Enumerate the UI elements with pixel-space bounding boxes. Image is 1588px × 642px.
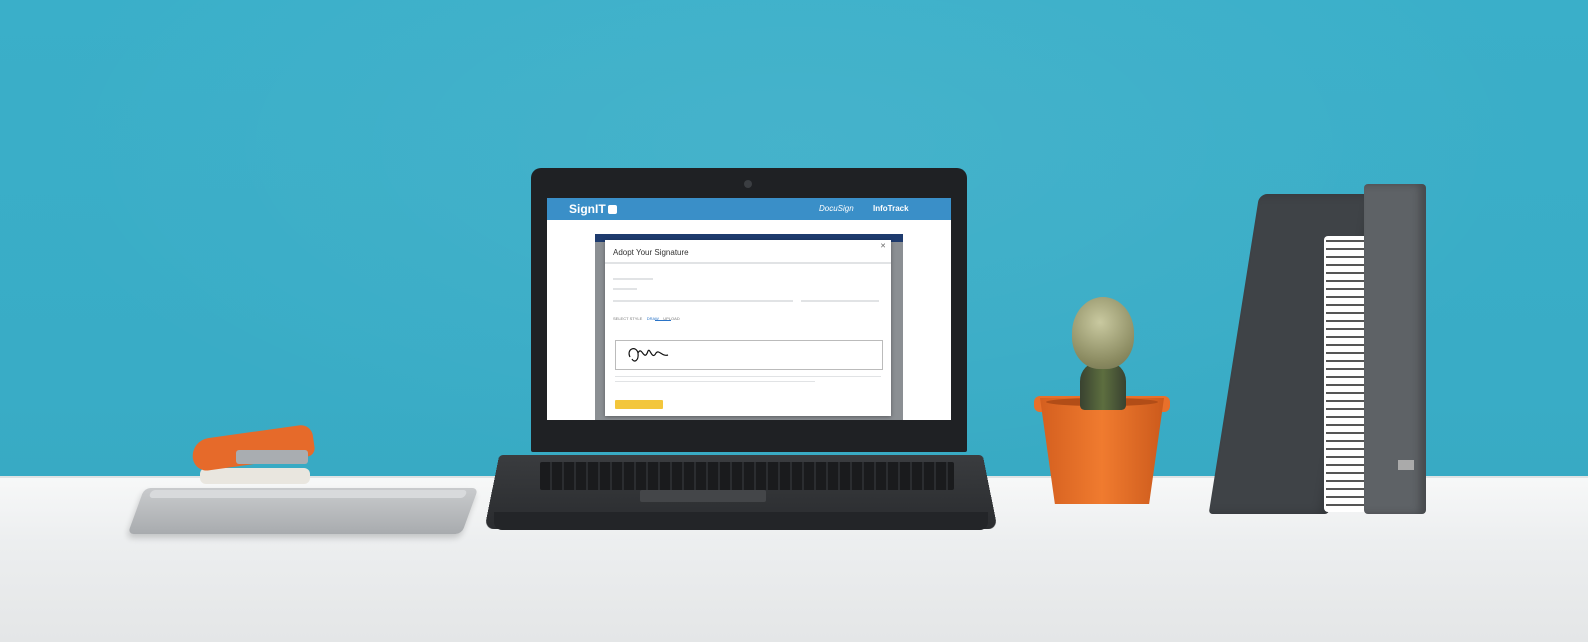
brand-logo: SignIT xyxy=(569,202,617,216)
laptop-keyboard xyxy=(540,462,954,490)
divider xyxy=(605,262,891,264)
tablet-bezel xyxy=(148,490,468,498)
stapler-base xyxy=(200,468,310,484)
signature-scribble xyxy=(628,348,669,362)
signature-draw-area[interactable] xyxy=(615,340,883,370)
text-line xyxy=(613,278,653,280)
active-tab-underline xyxy=(655,320,671,321)
desk-scene: SignIT DocuSign InfoTrack Adopt Your Sig… xyxy=(0,0,1588,642)
disclaimer-line xyxy=(615,381,815,382)
webcam xyxy=(744,180,752,188)
full-name-field[interactable] xyxy=(613,300,793,302)
signature-modal: Adopt Your Signature ✕ SELECT STYLE DRAW… xyxy=(605,240,891,416)
laptop-screen: SignIT DocuSign InfoTrack Adopt Your Sig… xyxy=(547,198,951,420)
stapler-metal xyxy=(236,450,308,464)
text-line xyxy=(613,288,637,290)
laptop-trackpad xyxy=(640,490,766,502)
modal-title: Adopt Your Signature xyxy=(613,248,689,257)
laptop-front xyxy=(494,512,988,530)
binder-label xyxy=(1398,460,1414,470)
partner-logo-infotrack: InfoTrack xyxy=(873,204,909,213)
close-icon[interactable]: ✕ xyxy=(880,242,886,250)
binder-grey xyxy=(1364,184,1426,514)
cactus-stem xyxy=(1080,362,1126,410)
initials-field[interactable] xyxy=(801,300,879,302)
flower-pot xyxy=(1040,398,1164,504)
partner-logo-docusign: DocuSign xyxy=(819,204,854,213)
adopt-and-sign-button[interactable] xyxy=(615,400,663,409)
app-header: SignIT DocuSign InfoTrack xyxy=(547,198,951,220)
cactus-head xyxy=(1072,297,1134,369)
disclaimer-line xyxy=(615,376,881,377)
tab-select-style[interactable]: SELECT STYLE xyxy=(613,316,642,321)
